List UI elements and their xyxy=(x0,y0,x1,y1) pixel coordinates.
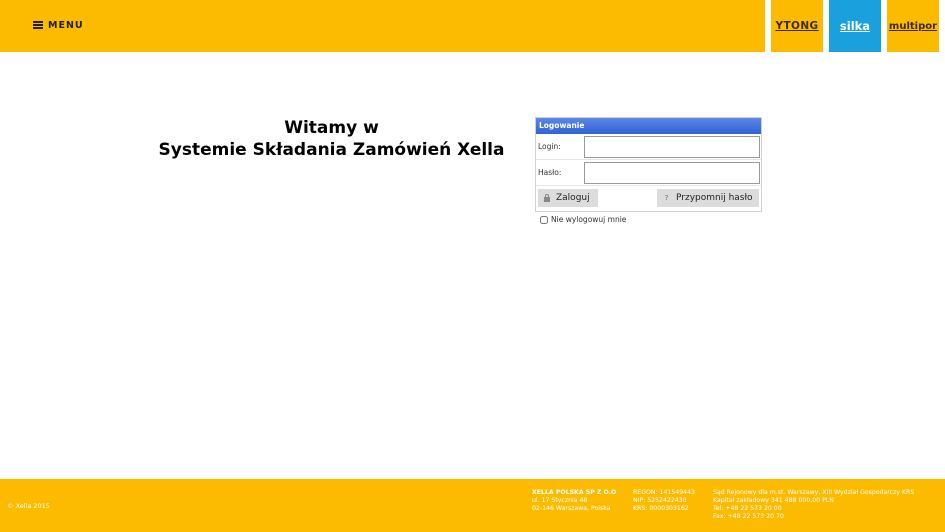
company-court: Sąd Rejonowy dla m.st. Warszawy, XIII Wy… xyxy=(713,489,914,521)
login-label: Login: xyxy=(538,142,561,151)
login-input[interactable] xyxy=(584,136,760,158)
brand-link-silka[interactable]: silka xyxy=(829,0,881,52)
login-panel-title: Logowanie xyxy=(536,118,761,134)
hamburger-icon xyxy=(33,21,43,29)
password-input[interactable] xyxy=(584,162,760,184)
regon: REGON: 141549443 xyxy=(633,489,695,496)
remember-me[interactable]: Nie wylogowuj mnie xyxy=(540,215,626,224)
top-bar: MENU YTONG silka multipor xyxy=(0,0,945,52)
menu-button[interactable]: MENU xyxy=(33,18,84,32)
brand-divider xyxy=(939,0,945,52)
company-street: ul. 17 Stycznia 48 xyxy=(532,497,588,504)
nip: NIP: 5252422430 xyxy=(633,497,687,504)
menu-label: MENU xyxy=(48,19,84,31)
share-capital: Kapitał zakładowy 341 488 000,00 PLN xyxy=(713,497,834,504)
login-panel: Logowanie Login: Hasło: Zaloguj ? Przypo… xyxy=(535,117,762,212)
welcome-line-1: Witamy w xyxy=(284,118,379,138)
password-label: Hasło: xyxy=(538,168,562,177)
fax: Fax: +48 22 573 20 70 xyxy=(713,513,784,520)
phone: Tel: +48 22 573 20 00 xyxy=(713,505,782,512)
footer: © Xella 2015 XELLA POLSKA SP Z O.O ul. 1… xyxy=(0,479,945,532)
court-info: Sąd Rejonowy dla m.st. Warszawy, XIII Wy… xyxy=(713,489,915,496)
login-button[interactable]: Zaloguj xyxy=(538,189,598,207)
welcome-heading: Witamy w Systemie Składania Zamówień Xel… xyxy=(140,117,523,161)
remind-password-label: Przypomnij hasło xyxy=(676,193,753,203)
login-buttons: Zaloguj ? Przypomnij hasło xyxy=(536,186,761,210)
remind-password-button[interactable]: ? Przypomnij hasło xyxy=(657,189,759,207)
brand-link-ytong[interactable]: YTONG xyxy=(771,0,823,52)
company-address: XELLA POLSKA SP Z O.O ul. 17 Stycznia 48… xyxy=(532,489,616,513)
question-icon: ? xyxy=(664,194,669,202)
lock-icon xyxy=(544,193,550,202)
welcome-line-2: Systemie Składania Zamówień Xella xyxy=(158,140,505,160)
company-city: 02-146 Warszawa, Polska xyxy=(532,505,611,512)
copyright: © Xella 2015 xyxy=(7,502,50,510)
krs: KRS: 0000303162 xyxy=(633,505,689,512)
company-registry: REGON: 141549443 NIP: 5252422430 KRS: 00… xyxy=(633,489,695,513)
remember-me-checkbox[interactable] xyxy=(540,215,548,224)
brand-link-multipor[interactable]: multipor xyxy=(887,0,939,52)
password-row: Hasło: xyxy=(536,160,761,186)
login-row: Login: xyxy=(536,134,761,160)
login-button-label: Zaloguj xyxy=(556,193,590,203)
remember-me-label: Nie wylogowuj mnie xyxy=(551,215,627,224)
company-name: XELLA POLSKA SP Z O.O xyxy=(532,489,617,496)
